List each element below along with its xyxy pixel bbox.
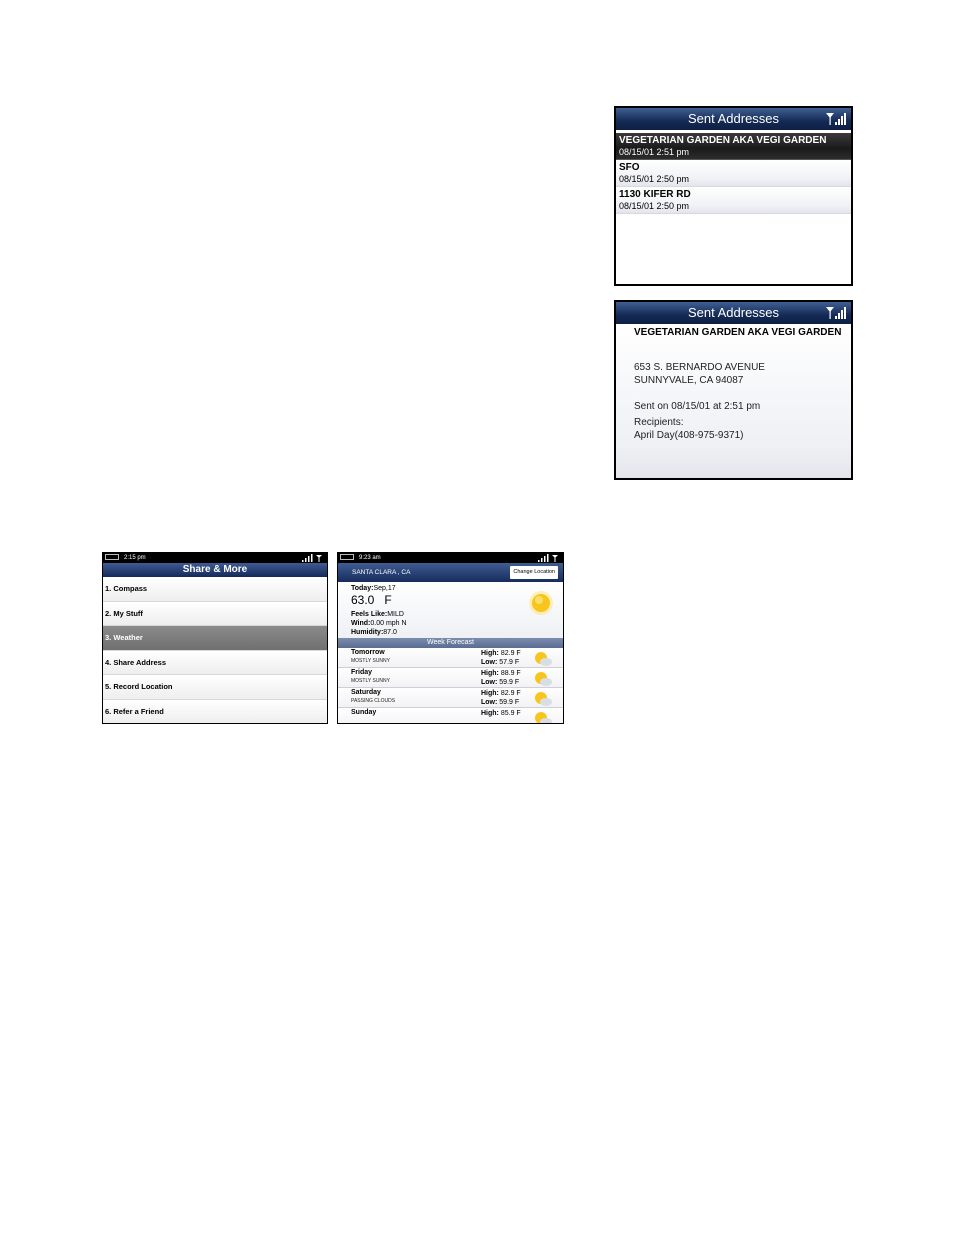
menu-item-refer-a-friend[interactable]: 6. Refer a Friend <box>103 699 327 723</box>
signal-icon <box>538 554 558 562</box>
clock: 2:15 pm <box>124 555 146 561</box>
menu-item-compass[interactable]: 1. Compass <box>103 577 327 602</box>
status-bar: 2:15 pm <box>103 553 327 563</box>
signal-icon <box>826 307 846 319</box>
location-header: SANTA CLARA , CA Change Location <box>338 563 563 582</box>
location-name: SANTA CLARA , CA <box>352 569 411 576</box>
title-bar: Sent Addresses <box>616 108 851 130</box>
change-location-button[interactable]: Change Location <box>510 566 558 579</box>
menu-item-record-location[interactable]: 5. Record Location <box>103 675 327 700</box>
menu-item-my-stuff[interactable]: 2. My Stuff <box>103 601 327 626</box>
sent-on-text: Sent on 08/15/01 at 2:51 pm <box>634 401 761 412</box>
today-label: Today: <box>351 585 374 592</box>
high-label: High: <box>481 670 499 677</box>
detail-body: VEGETARIAN GARDEN AKA VEGI GARDEN 653 S.… <box>616 324 851 478</box>
sent-addresses-list-screen: Sent Addresses VEGETARIAN GARDEN AKA VEG… <box>614 106 853 286</box>
sent-address-row[interactable]: 1130 KIFER RD 08/15/01 2:50 pm <box>616 187 851 214</box>
address-name: VEGETARIAN GARDEN AKA VEGI GARDEN <box>619 135 827 146</box>
forecast-temps: High: 85.9 F <box>481 709 531 718</box>
battery-icon <box>340 554 354 561</box>
partly-sunny-icon <box>535 672 552 686</box>
clock: 9:23 am <box>359 555 381 561</box>
signal-icon <box>302 554 322 562</box>
signal-icon <box>826 113 846 125</box>
forecast-day: Saturday <box>351 689 381 696</box>
forecast-row: Sunday High: 85.9 F <box>338 708 563 723</box>
screen-title: Sent Addresses <box>687 305 780 320</box>
humidity-value: 87.0 <box>383 629 397 636</box>
low-label: Low: <box>481 699 498 706</box>
weather-screen: 9:23 am SANTA CLARA , CA Change Location… <box>337 552 564 724</box>
address-line-2: SUNNYVALE, CA 94087 <box>634 375 744 386</box>
address-date: 08/15/01 2:51 pm <box>619 147 690 157</box>
address-line-1: 653 S. BERNARDO AVENUE <box>634 362 765 373</box>
address-date: 08/15/01 2:50 pm <box>619 201 690 211</box>
high-value: 88.9 F <box>500 670 521 677</box>
today-date: Sep,17 <box>373 585 396 592</box>
forecast-condition: PASSING CLOUDS <box>351 698 396 704</box>
place-name: VEGETARIAN GARDEN AKA VEGI GARDEN <box>634 327 842 338</box>
forecast-condition: MOSTLY SUNNY <box>351 658 390 664</box>
sent-address-row[interactable]: SFO 08/15/01 2:50 pm <box>616 160 851 187</box>
sent-address-row[interactable]: VEGETARIAN GARDEN AKA VEGI GARDEN 08/15/… <box>616 133 851 160</box>
feels-value: MILD <box>387 611 404 618</box>
forecast-temps: High: 82.9 F Low: 57.9 F <box>481 649 531 667</box>
forecast-row: Tomorrow MOSTLY SUNNY High: 82.9 F Low: 5… <box>338 648 563 668</box>
sun-icon <box>529 591 553 615</box>
forecast-day: Tomorrow <box>351 649 385 656</box>
wind-value: 0.00 mph N <box>370 620 407 627</box>
forecast-row: Friday MOSTLY SUNNY High: 88.9 F Low: 59.… <box>338 668 563 688</box>
screen-title: Share & More <box>103 563 327 577</box>
high-label: High: <box>481 710 499 717</box>
battery-icon <box>105 554 119 561</box>
recipient-entry[interactable]: April Day(408-975-9371) <box>634 429 851 442</box>
forecast-condition: MOSTLY SUNNY <box>351 678 390 684</box>
temp-unit: F <box>384 593 392 607</box>
screen-title: Sent Addresses <box>687 111 780 126</box>
wind-label: Wind: <box>351 620 371 627</box>
address-name: 1130 KIFER RD <box>619 189 691 200</box>
temp-value: 63.0 <box>351 593 375 607</box>
partly-sunny-icon <box>535 712 552 723</box>
forecast-temps: High: 88.9 F Low: 59.9 F <box>481 669 531 687</box>
low-label: Low: <box>481 679 498 686</box>
status-bar: 9:23 am <box>338 553 563 563</box>
forecast-row: Saturday PASSING CLOUDS High: 82.9 F Low:… <box>338 688 563 708</box>
low-value: 57.9 F <box>499 659 520 666</box>
high-label: High: <box>481 650 499 657</box>
today-panel: Today:Sep,17 63.0 F Feels Like:MILD Wind… <box>338 582 563 638</box>
title-bar: Sent Addresses <box>616 302 851 324</box>
menu-item-share-address[interactable]: 4. Share Address <box>103 650 327 675</box>
share-more-screen: 2:15 pm Share & More 1. Compass 2. My St… <box>102 552 328 724</box>
partly-sunny-icon <box>535 652 552 666</box>
low-label: Low: <box>481 659 498 666</box>
high-value: 82.9 F <box>500 650 521 657</box>
humidity-label: Humidity: <box>351 629 384 636</box>
partly-sunny-icon <box>535 692 552 706</box>
recipients-label: Recipients: <box>634 417 684 428</box>
low-value: 59.9 F <box>499 679 520 686</box>
address-name: SFO <box>619 162 640 173</box>
week-forecast-header: Week Forecast <box>338 638 563 648</box>
high-label: High: <box>481 690 499 697</box>
menu-item-weather[interactable]: 3. Weather <box>103 626 327 651</box>
address-date: 08/15/01 2:50 pm <box>619 174 690 184</box>
low-value: 59.9 F <box>499 699 520 706</box>
high-value: 85.9 F <box>500 710 521 717</box>
feels-label: Feels Like: <box>351 611 388 618</box>
forecast-day: Sunday <box>351 709 377 716</box>
high-value: 82.9 F <box>500 690 521 697</box>
forecast-day: Friday <box>351 669 373 676</box>
sent-address-detail-screen: Sent Addresses VEGETARIAN GARDEN AKA VEG… <box>614 300 853 480</box>
forecast-temps: High: 82.9 F Low: 59.9 F <box>481 689 531 707</box>
